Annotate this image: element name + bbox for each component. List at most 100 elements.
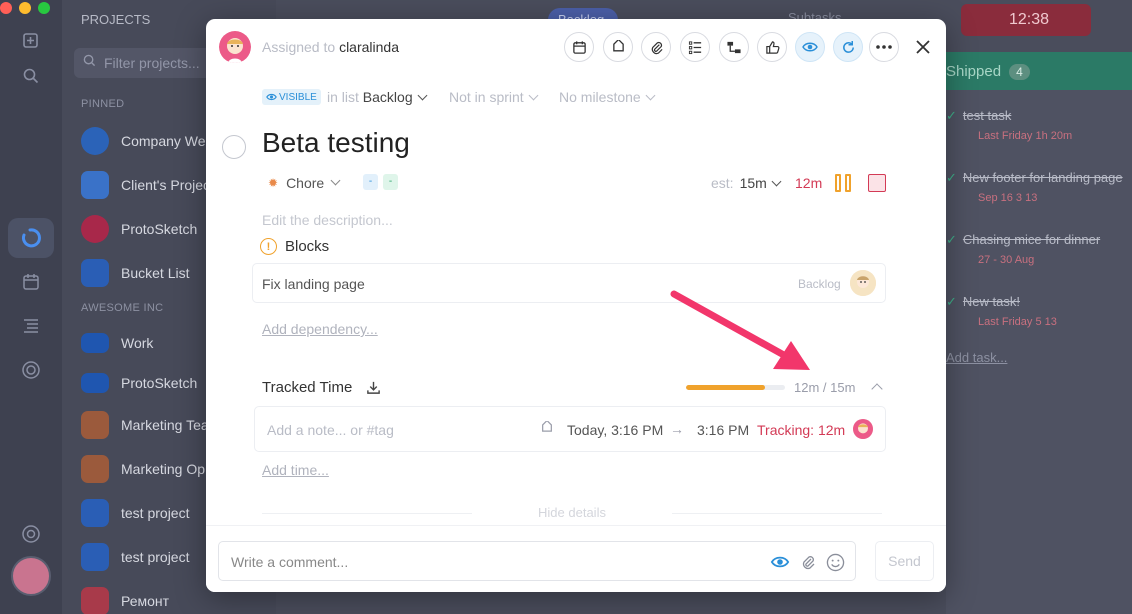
repeat-button[interactable] bbox=[833, 32, 863, 62]
task-title: Chasing mice for dinner bbox=[962, 232, 1101, 247]
eye-icon[interactable] bbox=[769, 551, 791, 573]
help-icon[interactable] bbox=[19, 522, 43, 546]
shipped-task[interactable]: ✓ test task Last Friday 1h 20m bbox=[946, 108, 1132, 142]
project-name: ProtoSketch bbox=[121, 375, 198, 391]
shipped-header: Shipped 4 bbox=[946, 52, 1132, 90]
check-icon: ✓ bbox=[946, 170, 957, 185]
close-modal-button[interactable] bbox=[910, 34, 936, 60]
annotation-arrow bbox=[670, 290, 810, 370]
search-icon[interactable] bbox=[19, 64, 43, 88]
check-icon: ✓ bbox=[946, 294, 957, 309]
project-item[interactable]: Ремонт bbox=[81, 586, 169, 614]
attach-button[interactable] bbox=[641, 32, 671, 62]
project-name: Marketing Op bbox=[121, 461, 206, 477]
project-item[interactable]: Work bbox=[81, 328, 153, 358]
shipped-count: 4 bbox=[1009, 64, 1030, 80]
due-date-button[interactable] bbox=[564, 32, 594, 62]
project-name: Marketing Tea bbox=[121, 417, 209, 433]
visibility-button[interactable] bbox=[795, 32, 825, 62]
project-name: ProtoSketch bbox=[121, 221, 198, 237]
project-name: test project bbox=[121, 549, 190, 565]
tag-icon bbox=[612, 39, 624, 51]
assigned-prefix: Assigned to bbox=[262, 39, 336, 55]
assignee-avatar[interactable] bbox=[219, 31, 251, 63]
project-item[interactable]: Bucket List bbox=[81, 258, 189, 288]
add-task-link[interactable]: Add task... bbox=[946, 350, 1007, 365]
shipped-title: Shipped bbox=[946, 63, 1002, 80]
modal-header: Assigned to claralinda bbox=[206, 19, 946, 75]
project-name: Ремонт bbox=[121, 593, 170, 609]
check-icon: ✓ bbox=[946, 108, 957, 123]
folder-icon bbox=[81, 333, 109, 353]
section-pinned: PINNED bbox=[81, 98, 125, 110]
assignee-name: claralinda bbox=[339, 39, 399, 55]
shipped-task[interactable]: ✓ Chasing mice for dinner 27 - 30 Aug bbox=[946, 232, 1132, 266]
project-name: Bucket List bbox=[121, 265, 190, 281]
reports-icon[interactable] bbox=[19, 358, 43, 382]
close-window-dot[interactable] bbox=[0, 2, 12, 14]
assigned-to[interactable]: Assigned to claralinda bbox=[262, 39, 399, 55]
project-icon bbox=[81, 455, 109, 483]
project-item[interactable]: Client's Projec bbox=[81, 170, 210, 200]
checklist-button[interactable] bbox=[680, 32, 710, 62]
project-name: Client's Projec bbox=[121, 177, 211, 193]
timer-value: 12:38 bbox=[1009, 11, 1050, 28]
shipped-task[interactable]: ✓ New footer for landing page Sep 16 3 13 bbox=[946, 170, 1132, 204]
zoom-window-dot[interactable] bbox=[38, 2, 50, 14]
timer-button[interactable]: 12:38 bbox=[961, 4, 1091, 36]
project-item[interactable]: ProtoSketch bbox=[81, 214, 197, 244]
project-item[interactable]: ProtoSketch bbox=[81, 368, 197, 398]
shipped-task[interactable]: ✓ New task! Last Friday 5 13 bbox=[946, 294, 1132, 328]
project-icon bbox=[81, 215, 109, 243]
user-avatar[interactable] bbox=[11, 556, 51, 596]
more-options-button[interactable] bbox=[869, 32, 899, 62]
comment-input[interactable]: Write a comment... bbox=[218, 541, 856, 581]
rocket-icon bbox=[81, 499, 109, 527]
task-meta: Sep 16 3 13 bbox=[978, 192, 1038, 204]
minimize-window-dot[interactable] bbox=[19, 2, 31, 14]
project-icon bbox=[81, 587, 109, 614]
comment-placeholder: Write a comment... bbox=[231, 554, 349, 570]
tag-button[interactable] bbox=[603, 32, 633, 62]
left-rail bbox=[0, 0, 62, 614]
calendar-icon bbox=[572, 40, 586, 54]
project-item[interactable]: Marketing Tea bbox=[81, 410, 209, 440]
modal-body: VISIBLE in list Backlog Not in sprint No… bbox=[206, 75, 946, 525]
search-icon bbox=[83, 54, 96, 70]
project-name: Company Web bbox=[121, 133, 214, 149]
folder-icon bbox=[81, 373, 109, 393]
task-meta: Last Friday 1h 20m bbox=[978, 130, 1073, 142]
project-item[interactable]: Marketing Op bbox=[81, 454, 205, 484]
project-item[interactable]: test project bbox=[81, 542, 189, 572]
task-meta: 27 - 30 Aug bbox=[978, 254, 1035, 266]
list-view-icon[interactable] bbox=[19, 314, 43, 338]
project-icon bbox=[81, 411, 109, 439]
project-item[interactable]: Company Web bbox=[81, 126, 213, 156]
eye-icon bbox=[802, 42, 818, 52]
like-button[interactable] bbox=[757, 32, 787, 62]
task-detail-modal: Assigned to claralinda VISIBLE in list B… bbox=[206, 19, 946, 592]
dependency-button[interactable] bbox=[719, 32, 749, 62]
section-awesome-inc: AWESOME INC bbox=[81, 302, 164, 314]
emoji-icon[interactable] bbox=[824, 551, 846, 573]
send-button[interactable]: Send bbox=[875, 541, 934, 581]
checklist-icon bbox=[688, 40, 701, 54]
more-icon bbox=[876, 45, 892, 49]
close-icon bbox=[916, 40, 930, 54]
check-icon: ✓ bbox=[946, 232, 957, 247]
project-icon bbox=[81, 127, 109, 155]
paperclip-icon bbox=[651, 41, 663, 54]
repeat-icon bbox=[842, 40, 854, 53]
project-icon bbox=[81, 259, 109, 287]
project-item[interactable]: test project bbox=[81, 498, 189, 528]
paperclip-icon[interactable] bbox=[797, 551, 819, 573]
calendar-icon[interactable] bbox=[19, 270, 43, 294]
task-meta: Last Friday 5 13 bbox=[978, 316, 1057, 328]
filter-placeholder: Filter projects... bbox=[104, 55, 200, 71]
new-task-icon[interactable] bbox=[19, 28, 43, 52]
thumbs-up-icon bbox=[765, 40, 779, 54]
project-name: Work bbox=[121, 335, 154, 351]
shipped-column: Shipped 4 ✓ test task Last Friday 1h 20m ✓ N… bbox=[946, 52, 1132, 614]
app-logo-icon[interactable] bbox=[19, 226, 43, 250]
task-title: New footer for landing page bbox=[962, 170, 1123, 185]
